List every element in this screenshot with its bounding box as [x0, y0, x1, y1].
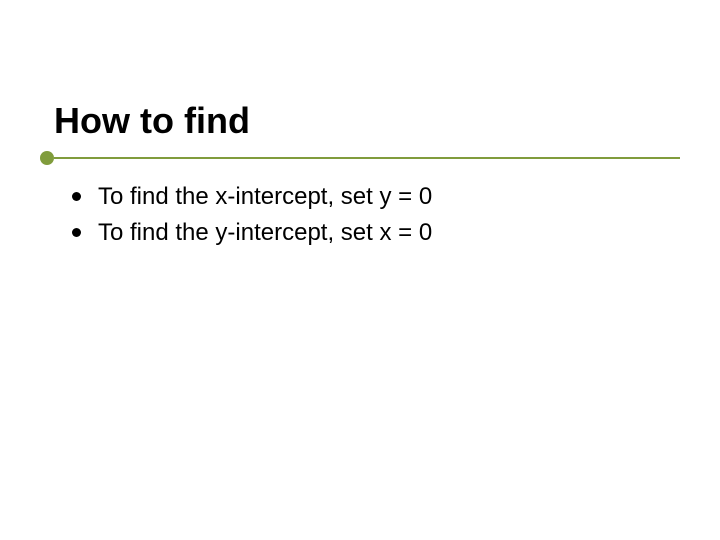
list-item: To find the x-intercept, set y = 0 — [66, 180, 666, 214]
bullet-text: To find the y-intercept, set x = 0 — [98, 219, 432, 246]
slide: How to find To find the x-intercept, set… — [0, 0, 720, 540]
circle-icon — [40, 151, 54, 165]
title-underline — [40, 148, 680, 168]
horizontal-rule — [54, 157, 680, 159]
list-item: To find the y-intercept, set x = 0 — [66, 216, 666, 250]
slide-title: How to find — [54, 100, 250, 142]
slide-body: To find the x-intercept, set y = 0 To fi… — [66, 180, 666, 252]
bullet-text: To find the x-intercept, set y = 0 — [98, 183, 432, 210]
bullet-list: To find the x-intercept, set y = 0 To fi… — [66, 180, 666, 250]
